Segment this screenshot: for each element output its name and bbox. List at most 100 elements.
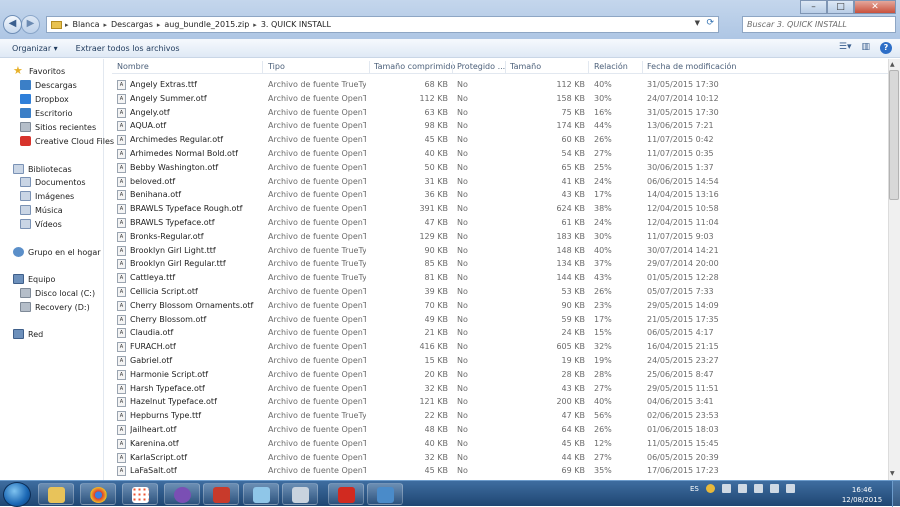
view-options-icon[interactable]: ☰▾: [839, 42, 852, 54]
column-divider[interactable]: [588, 61, 589, 73]
table-row[interactable]: A Arhimedes Normal Bold.otf Archivo de fue…: [112, 147, 888, 161]
table-row[interactable]: A Karenina.otf Archivo de fuente OpenT... 4…: [112, 437, 888, 451]
taskbar-calculator[interactable]: [282, 483, 318, 505]
scroll-up-icon[interactable]: ▲: [890, 61, 895, 68]
sidebar-item-escritorio[interactable]: Escritorio: [20, 108, 73, 118]
search-input[interactable]: Buscar 3. QUICK INSTALL: [742, 16, 896, 33]
battery-icon[interactable]: [753, 484, 763, 493]
sidebar-item-imagenes[interactable]: Imágenes: [20, 191, 74, 201]
column-divider[interactable]: [642, 61, 643, 73]
preview-pane-icon[interactable]: ▥: [861, 42, 870, 54]
taskbar-explorer[interactable]: [38, 483, 74, 505]
table-row[interactable]: A Brooklyn Girl Light.ttf Archivo de fuent…: [112, 244, 888, 258]
back-button[interactable]: ◀: [3, 15, 22, 34]
sidebar-item-descargas[interactable]: Descargas: [20, 80, 77, 90]
sidebar-item-equipo[interactable]: Equipo: [13, 274, 55, 284]
file-protected: No: [457, 93, 468, 103]
taskbar-app-red[interactable]: [203, 483, 239, 505]
table-row[interactable]: A Hepburns Type.ttf Archivo de fuente True…: [112, 409, 888, 423]
sidebar-item-homegroup[interactable]: Grupo en el hogar: [13, 247, 101, 257]
help-icon[interactable]: ?: [880, 42, 892, 54]
tray-icon[interactable]: [721, 484, 731, 493]
close-button[interactable]: ✕: [854, 0, 896, 14]
sidebar-item-dropbox[interactable]: Dropbox: [20, 94, 69, 104]
taskbar-chrome[interactable]: [80, 483, 116, 505]
network-signal-icon[interactable]: [769, 484, 779, 493]
clock[interactable]: 16:46 12/08/2015: [838, 485, 886, 505]
minimize-button[interactable]: –: [800, 0, 827, 14]
column-header-relacion[interactable]: Relación: [594, 62, 628, 71]
table-row[interactable]: A Bebby Washington.otf Archivo de fuente O…: [112, 161, 888, 175]
sidebar-item-sitios-recientes[interactable]: Sitios recientes: [20, 122, 96, 132]
table-row[interactable]: A Archimedes Regular.otf Archivo de fuente…: [112, 133, 888, 147]
taskbar-app-blue[interactable]: [243, 483, 279, 505]
table-row[interactable]: A Brooklyn Girl Regular.ttf Archivo de fue…: [112, 257, 888, 271]
column-divider[interactable]: [369, 61, 370, 73]
volume-icon[interactable]: [785, 484, 795, 493]
chevron-down-icon[interactable]: ▼: [695, 19, 700, 27]
file-compressed-size: 22 KB: [424, 411, 448, 421]
sidebar-item-favorites[interactable]: ★ Favoritos: [13, 65, 65, 76]
refresh-icon[interactable]: ⟳: [706, 18, 714, 28]
table-row[interactable]: Abeloved.otf Archivo de fuente OpenT... 31…: [112, 175, 888, 189]
extract-all-button[interactable]: Extraer todos los archivos: [76, 44, 180, 53]
sidebar-item-red[interactable]: Red: [13, 329, 43, 339]
table-row[interactable]: A Cherry Blossom.otf Archivo de fuente Ope…: [112, 313, 888, 327]
table-row[interactable]: A Gabriel.otf Archivo de fuente OpenT... 15…: [112, 354, 888, 368]
column-header-fecha[interactable]: Fecha de modificación: [647, 62, 736, 71]
sidebar-item-disco-local[interactable]: Disco local (C:): [20, 288, 95, 298]
sidebar-item-documentos[interactable]: Documentos: [20, 177, 86, 187]
table-row[interactable]: A AQUA.otf Archivo de fuente OpenT... 98 KB…: [112, 119, 888, 133]
breadcrumb-item[interactable]: Descargas: [111, 20, 153, 29]
table-row[interactable]: A Harmonie Script.otf Archivo de fuente Op…: [112, 368, 888, 382]
sidebar-item-creative-cloud[interactable]: Creative Cloud Files: [20, 136, 114, 146]
scrollbar-thumb[interactable]: [889, 70, 899, 200]
sidebar-item-videos[interactable]: Vídeos: [20, 219, 62, 229]
table-row[interactable]: A Angely Extras.ttf Archivo de fuente True…: [112, 78, 888, 92]
table-row[interactable]: A Cattleya.ttf Archivo de fuente TrueTy...…: [112, 271, 888, 285]
table-row[interactable]: A KarlaScript.otf Archivo de fuente OpenT.…: [112, 451, 888, 465]
sidebar-item-musica[interactable]: Música: [20, 205, 63, 215]
column-header-nombre[interactable]: Nombre: [117, 62, 149, 71]
table-row[interactable]: A Angely.otf Archivo de fuente OpenT... 63 …: [112, 106, 888, 120]
tray-icon[interactable]: [737, 484, 747, 493]
table-row[interactable]: A BRAWLS Typeface Rough.otf Archivo de fue…: [112, 202, 888, 216]
table-row[interactable]: A Cherry Blossom Ornaments.otf Archivo de …: [112, 299, 888, 313]
column-divider[interactable]: [505, 61, 506, 73]
table-row[interactable]: A Hazelnut Typeface.otf Archivo de fuente …: [112, 395, 888, 409]
table-row[interactable]: A Angely Summer.otf Archivo de fuente Open…: [112, 92, 888, 106]
table-row[interactable]: A Cellicia Script.otf Archivo de fuente Op…: [112, 285, 888, 299]
table-row[interactable]: A Benihana.otf Archivo de fuente OpenT... 3…: [112, 188, 888, 202]
breadcrumb-item[interactable]: aug_bundle_2015.zip: [164, 20, 249, 29]
column-header-tamano[interactable]: Tamaño: [510, 62, 541, 71]
language-indicator[interactable]: ES: [690, 485, 699, 493]
table-row[interactable]: A BRAWLS Typeface.otf Archivo de fuente Op…: [112, 216, 888, 230]
sidebar-item-recovery[interactable]: Recovery (D:): [20, 302, 90, 312]
address-bar[interactable]: ▸ Blanca ▸ Descargas ▸ aug_bundle_2015.z…: [46, 16, 719, 33]
taskbar-viber[interactable]: [164, 483, 200, 505]
sidebar-item-bibliotecas[interactable]: Bibliotecas: [13, 164, 72, 174]
table-row[interactable]: A Bronks-Regular.otf Archivo de fuente Ope…: [112, 230, 888, 244]
taskbar-picture-viewer[interactable]: [367, 483, 403, 505]
forward-button[interactable]: ▶: [21, 15, 40, 34]
taskbar-apps[interactable]: [122, 483, 158, 505]
table-row[interactable]: A Harsh Typeface.otf Archivo de fuente Ope…: [112, 382, 888, 396]
taskbar-acrobat[interactable]: [328, 483, 364, 505]
column-header-tipo[interactable]: Tipo: [268, 62, 285, 71]
column-header-tamano-comprimido[interactable]: Tamaño comprimido: [374, 62, 455, 71]
scroll-down-icon[interactable]: ▼: [890, 470, 895, 477]
column-header-protegido[interactable]: Protegido ...: [457, 62, 505, 71]
table-row[interactable]: A Jailheart.otf Archivo de fuente OpenT...…: [112, 423, 888, 437]
maximize-button[interactable]: □: [827, 0, 854, 14]
show-desktop-button[interactable]: [892, 481, 900, 507]
column-divider[interactable]: [262, 61, 263, 73]
organize-button[interactable]: Organizar ▾: [12, 44, 58, 53]
breadcrumb-item[interactable]: Blanca: [73, 20, 100, 29]
column-divider[interactable]: [452, 61, 453, 73]
table-row[interactable]: A FURACH.otf Archivo de fuente OpenT... 416…: [112, 340, 888, 354]
breadcrumb-item[interactable]: 3. QUICK INSTALL: [261, 20, 331, 29]
table-row[interactable]: A LaFaSalt.otf Archivo de fuente OpenT... 4…: [112, 464, 888, 478]
table-row[interactable]: A Claudia.otf Archivo de fuente OpenT... 21…: [112, 326, 888, 340]
warning-icon[interactable]: [705, 484, 715, 493]
start-button[interactable]: [3, 482, 31, 507]
